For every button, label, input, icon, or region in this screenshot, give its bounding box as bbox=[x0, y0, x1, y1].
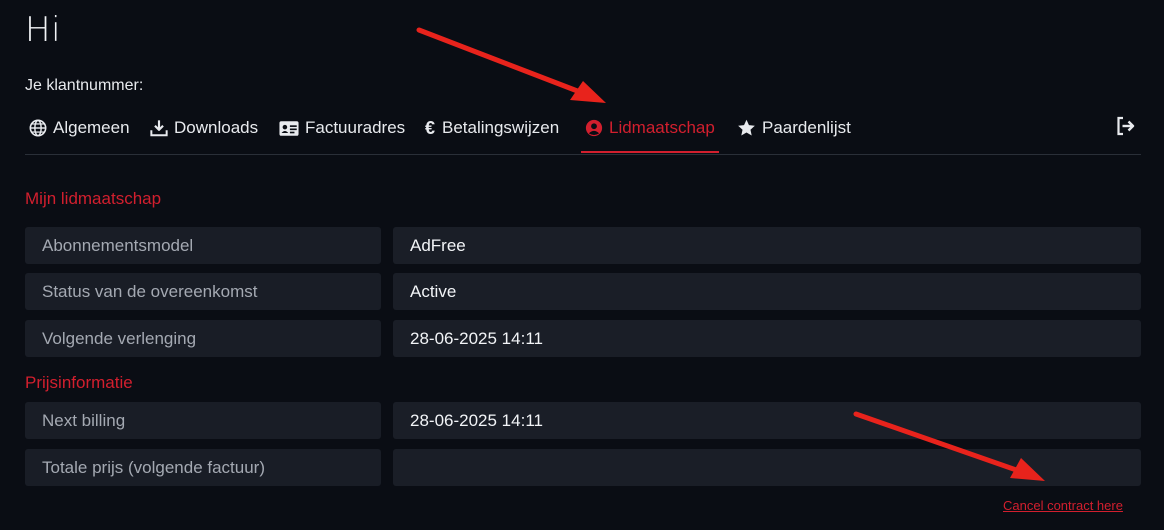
row-label: Volgende verlenging bbox=[25, 320, 381, 357]
tab-algemeen[interactable]: Algemeen bbox=[29, 104, 130, 152]
tab-downloads[interactable]: Downloads bbox=[150, 104, 258, 152]
membership-row-model: Abonnementsmodel AdFree bbox=[25, 227, 1141, 264]
greeting-heading: Hi bbox=[25, 10, 62, 50]
row-value: 28-06-2025 14:11 bbox=[393, 320, 1141, 357]
star-icon bbox=[737, 119, 756, 137]
tab-paardenlijst[interactable]: Paardenlijst bbox=[737, 104, 851, 152]
download-icon bbox=[150, 119, 168, 137]
row-value bbox=[393, 449, 1141, 486]
euro-icon: € bbox=[425, 117, 436, 138]
tab-label: Betalingswijzen bbox=[442, 118, 560, 137]
logout-button[interactable] bbox=[1115, 115, 1137, 137]
row-label: Status van de overeenkomst bbox=[25, 273, 381, 310]
tab-label: Downloads bbox=[174, 118, 259, 137]
row-label: Abonnementsmodel bbox=[25, 227, 381, 264]
id-card-icon bbox=[279, 120, 299, 137]
membership-section-title: Mijn lidmaatschap bbox=[25, 189, 162, 208]
membership-row-status: Status van de overeenkomst Active bbox=[25, 273, 1141, 310]
row-value: AdFree bbox=[393, 227, 1141, 264]
user-circle-icon bbox=[585, 119, 603, 137]
globe-icon bbox=[29, 119, 47, 137]
account-page: Hi Je klantnummer: Algemeen Downloads Fa… bbox=[25, 0, 1141, 530]
tab-lidmaatschap[interactable]: Lidmaatschap bbox=[581, 104, 719, 153]
pricing-section-title: Prijsinformatie bbox=[25, 373, 133, 392]
tab-betalingswijzen[interactable]: € Betalingswijzen bbox=[425, 104, 559, 152]
pricing-row-next-billing: Next billing 28-06-2025 14:11 bbox=[25, 402, 1141, 439]
membership-row-renewal: Volgende verlenging 28-06-2025 14:11 bbox=[25, 320, 1141, 357]
tab-label: Algemeen bbox=[53, 118, 130, 137]
logout-icon bbox=[1115, 116, 1137, 141]
customer-number-label: Je klantnummer: bbox=[25, 77, 144, 94]
pricing-row-total-price: Totale prijs (volgende factuur) bbox=[25, 449, 1141, 486]
tab-label: Lidmaatschap bbox=[609, 118, 715, 137]
row-label: Totale prijs (volgende factuur) bbox=[25, 449, 381, 486]
account-tabs: Algemeen Downloads Factuuradres € Betali… bbox=[25, 104, 1141, 155]
row-value: 28-06-2025 14:11 bbox=[393, 402, 1141, 439]
row-label: Next billing bbox=[25, 402, 381, 439]
row-value: Active bbox=[393, 273, 1141, 310]
tab-label: Factuuradres bbox=[305, 118, 406, 137]
tab-factuuradres[interactable]: Factuuradres bbox=[279, 104, 405, 152]
cancel-contract-link[interactable]: Cancel contract here bbox=[1003, 498, 1123, 513]
tab-label: Paardenlijst bbox=[762, 118, 851, 137]
